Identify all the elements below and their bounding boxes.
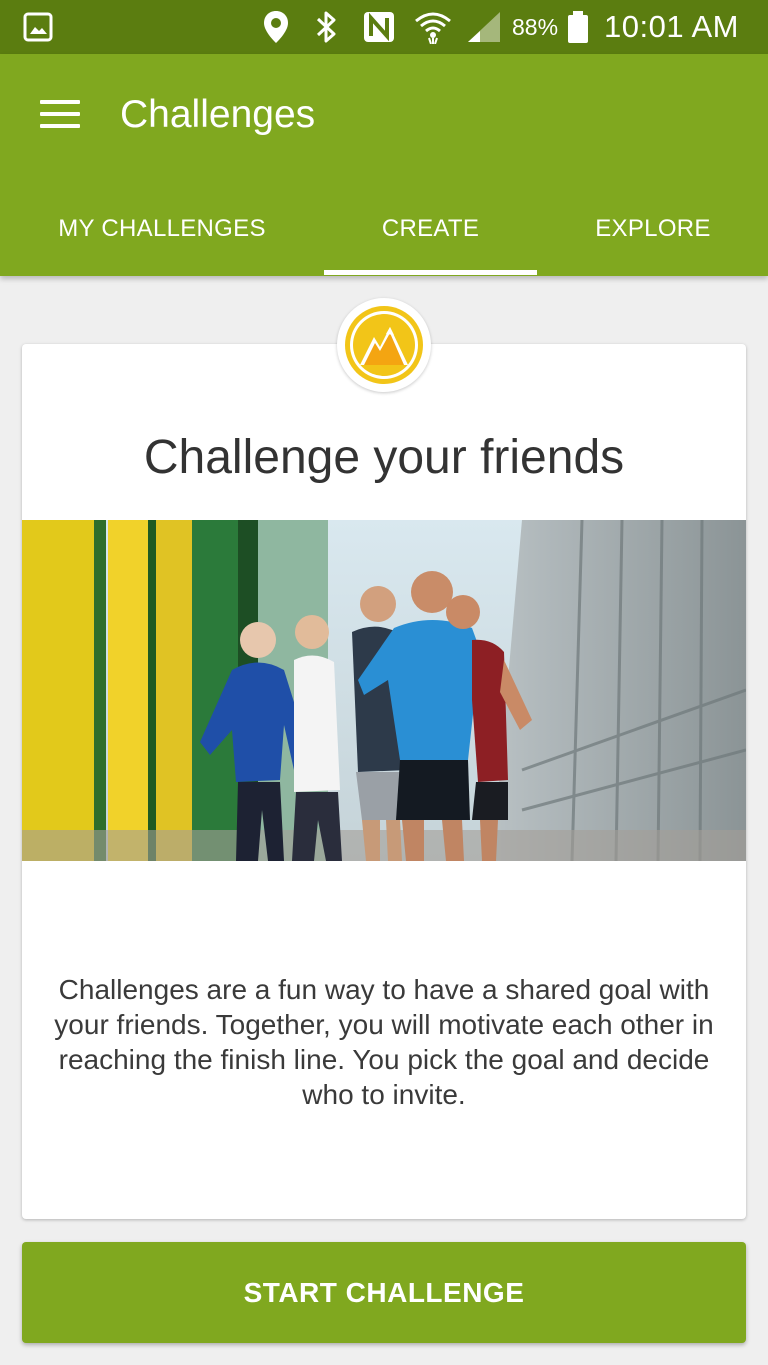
- page-title: Challenges: [120, 93, 316, 136]
- app-bar: Challenges MY CHALLENGES CREATE EXPLORE: [0, 54, 768, 276]
- selected-tab-indicator: [324, 270, 537, 275]
- location-icon: [262, 0, 290, 54]
- gallery-icon: [22, 0, 54, 54]
- nfc-icon: [362, 0, 396, 54]
- hamburger-menu-icon[interactable]: [30, 90, 90, 138]
- status-time: 10:01 AM: [604, 9, 739, 44]
- wifi-icon: [414, 0, 452, 54]
- signal-icon: [466, 0, 502, 54]
- tab-create[interactable]: CREATE: [324, 198, 537, 276]
- tab-my-challenges[interactable]: MY CHALLENGES: [22, 198, 302, 276]
- mountain-badge-icon: [337, 298, 431, 392]
- challenge-card: Challenge your friends Challenges are a …: [22, 344, 746, 1219]
- start-challenge-button[interactable]: START CHALLENGE: [22, 1242, 746, 1343]
- card-title: Challenge your friends: [143, 431, 625, 484]
- card-description: Challenges are a fun way to have a share…: [54, 974, 714, 1110]
- runners-photo: [22, 520, 746, 861]
- battery-percentage: 88%: [512, 13, 559, 40]
- bluetooth-icon: [314, 0, 340, 54]
- battery-icon: [566, 0, 590, 54]
- status-bar: 88% 10:01 AM: [0, 0, 768, 54]
- tab-explore[interactable]: EXPLORE: [560, 198, 746, 276]
